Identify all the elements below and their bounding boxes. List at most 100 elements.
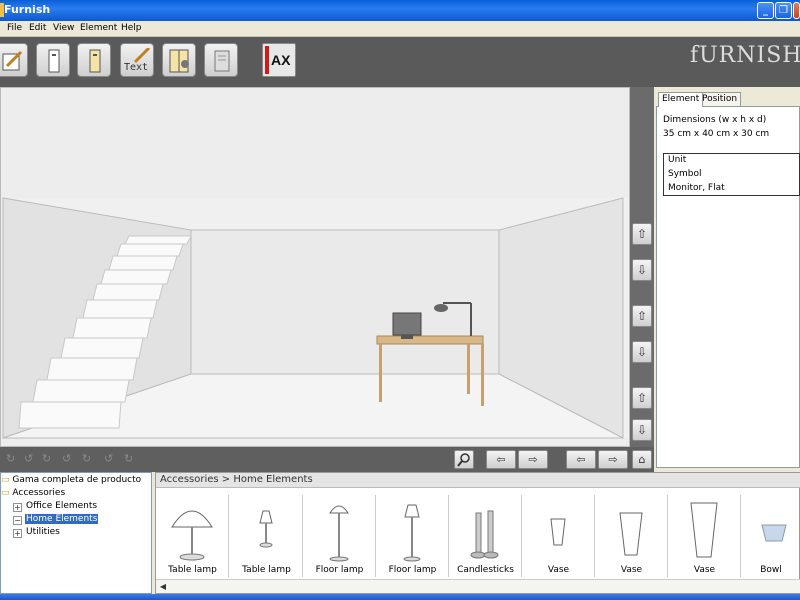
dimensions-label: Dimensions (w x h x d): [663, 115, 767, 125]
catalog-item-label: Table lamp: [242, 565, 291, 575]
close-button[interactable]: [793, 2, 800, 19]
tree-item-home-elements[interactable]: Home Elements: [25, 514, 99, 524]
vase-medium-icon: [619, 512, 643, 556]
wardrobe-icon: [169, 49, 189, 73]
ax-label: AX: [271, 52, 291, 68]
menu-edit[interactable]: Edit: [29, 23, 46, 33]
element-info-box: Unit Symbol Monitor, Flat: [663, 153, 800, 196]
catalog-item[interactable]: Floor lamp: [303, 495, 376, 577]
catalog-item-label: Floor lamp: [315, 565, 364, 575]
rotate-icon-7: ↻: [124, 452, 134, 465]
catalog-item[interactable]: Table lamp: [156, 495, 229, 577]
catalog-item-label: Vase: [620, 565, 643, 575]
zoom-button[interactable]: [454, 450, 474, 469]
table-lamp-small-icon: [259, 510, 273, 548]
catalog-item-label: Candlesticks: [457, 565, 514, 575]
navigation-column: ⇧ ⇩ ⇧ ⇩ ⇧ ⇩: [630, 87, 654, 447]
wardrobe-tool-button[interactable]: [162, 43, 196, 77]
view-toolbar: ↻ ↺ ↻ ↺ ↻ ↺ ↻ ⇦ ⇨ ⇦ ⇨ ⌂: [0, 447, 654, 472]
furnish-logo: fURNISH: [690, 43, 800, 68]
cabinet-icon: [89, 49, 101, 73]
rotate-icon-2: ↺: [24, 452, 34, 465]
rotate-right-button[interactable]: ⇨: [598, 450, 628, 469]
category-tree: ▭ Gama completa de producto ▭ Accessorie…: [0, 472, 152, 594]
menu-view[interactable]: View: [53, 23, 74, 33]
catalog-breadcrumb: Accessories > Home Elements: [156, 473, 800, 488]
menu-element[interactable]: Element: [80, 23, 117, 33]
expand-utilities-toggle[interactable]: +: [13, 529, 22, 538]
minimize-button[interactable]: _: [757, 2, 774, 19]
tree-accessories-label: Accessories: [12, 488, 66, 498]
expand-office-toggle[interactable]: +: [13, 503, 22, 512]
tree-item-utilities[interactable]: Utilities: [26, 527, 60, 537]
folder-icon: ▭: [1, 488, 10, 498]
toolbar: Text AX fURNISH: [0, 37, 800, 87]
catalog-scrollbar[interactable]: ◀: [156, 579, 800, 593]
rotate-icon-1: ↻: [6, 452, 16, 465]
tilt-down-button[interactable]: ⇩: [632, 341, 652, 363]
catalog-item[interactable]: Floor lamp: [376, 495, 449, 577]
floor-lamp-icon: [329, 505, 349, 562]
menu-help[interactable]: Help: [121, 23, 142, 33]
cabinet-tool-button[interactable]: [77, 43, 111, 77]
properties-panel: Element Position Dimensions (w x h x d) …: [654, 87, 800, 472]
door-icon: [48, 49, 60, 73]
text-tool-button[interactable]: Text: [120, 43, 154, 77]
raise-button[interactable]: ⇧: [632, 387, 652, 409]
catalog-panel: Accessories > Home Elements Table lamp T…: [155, 472, 800, 594]
home-button[interactable]: ⌂: [632, 450, 652, 469]
lower-button[interactable]: ⇩: [632, 419, 652, 441]
edit-tool-button[interactable]: [0, 43, 28, 77]
bowl-icon: [761, 524, 787, 542]
move-up-button[interactable]: ⇧: [632, 223, 652, 245]
catalog-item-label: Vase: [547, 565, 570, 575]
catalog-item[interactable]: Table lamp: [230, 495, 303, 577]
3d-view[interactable]: [0, 87, 630, 447]
info-symbol: Symbol: [668, 169, 702, 179]
panel-tool-button[interactable]: [204, 43, 238, 77]
ax-button[interactable]: AX: [262, 43, 296, 77]
catalog-item-label: Table lamp: [168, 565, 217, 575]
selected-label: Home Elements: [25, 514, 99, 524]
catalog-item[interactable]: Candlesticks: [449, 495, 522, 577]
catalog-item[interactable]: Vase: [668, 495, 741, 577]
tree-item-office-elements[interactable]: Office Elements: [26, 501, 97, 511]
magnifier-icon: [457, 453, 470, 467]
room-scene: [2, 197, 629, 439]
rotate-icon-4: ↺: [62, 452, 72, 465]
tree-item-accessories[interactable]: ▭ Accessories: [1, 488, 65, 498]
tab-element[interactable]: Element: [658, 92, 704, 107]
folder-icon: ▭: [1, 475, 10, 485]
tilt-up-button[interactable]: ⇧: [632, 305, 652, 327]
move-down-button[interactable]: ⇩: [632, 259, 652, 281]
window-title: Furnish: [4, 3, 51, 16]
vase-small-icon: [550, 518, 566, 546]
menu-bar: File Edit View Element Help: [0, 21, 800, 37]
tree-root[interactable]: ▭ Gama completa de producto: [1, 475, 141, 485]
info-unit: Unit: [668, 155, 687, 165]
pan-left-button[interactable]: ⇦: [486, 450, 516, 469]
catalog-item-label: Bowl: [760, 565, 782, 575]
menu-file[interactable]: File: [7, 23, 22, 33]
rotate-icon-5: ↻: [82, 452, 92, 465]
tab-position[interactable]: Position: [698, 92, 742, 106]
taskbar: [0, 594, 800, 600]
door-tool-button[interactable]: [36, 43, 70, 77]
rotate-left-button[interactable]: ⇦: [566, 450, 596, 469]
tree-root-label: Gama completa de producto: [12, 475, 142, 485]
catalog-item-label: Floor lamp: [388, 565, 437, 575]
collapse-home-toggle[interactable]: −: [13, 516, 22, 525]
catalog-item[interactable]: Bowl: [741, 495, 800, 577]
info-model: Monitor, Flat: [668, 183, 725, 193]
catalog-item[interactable]: Vase: [522, 495, 595, 577]
element-tab-body: Dimensions (w x h x d) 35 cm x 40 cm x 3…: [656, 106, 800, 468]
ax-red-bar: [265, 46, 269, 74]
maximize-button[interactable]: ❐: [775, 2, 792, 19]
catalog-item[interactable]: Vase: [595, 495, 668, 577]
rotate-icon-3: ↻: [42, 452, 52, 465]
scroll-left-arrow-icon[interactable]: ◀: [157, 581, 169, 593]
candlesticks-icon: [470, 510, 499, 559]
pan-right-button[interactable]: ⇨: [518, 450, 548, 469]
table-lamp-dome-icon: [171, 510, 213, 561]
dimensions-value: 35 cm x 40 cm x 30 cm: [663, 129, 770, 139]
